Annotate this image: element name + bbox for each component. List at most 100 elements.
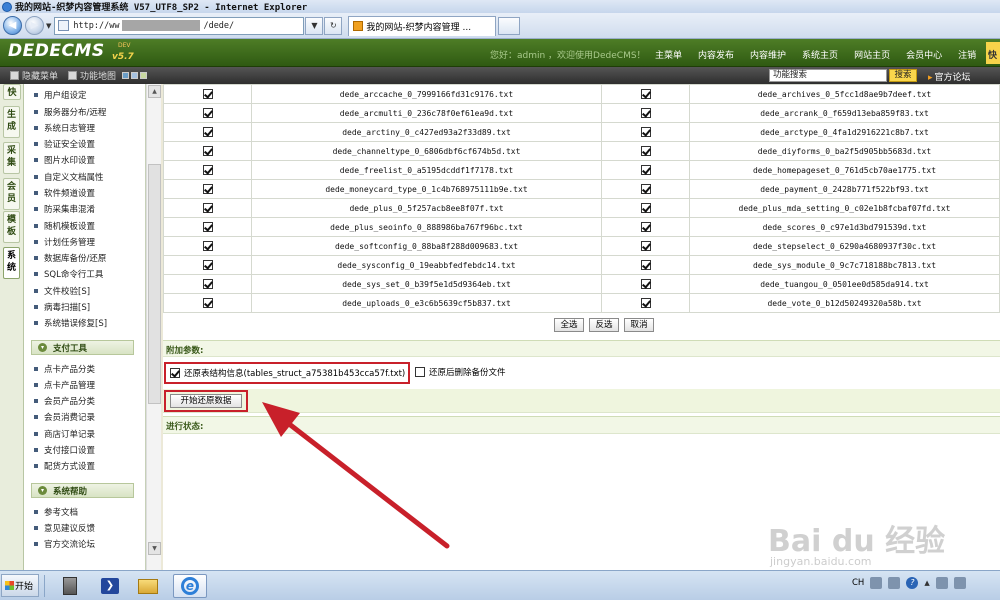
menu-item[interactable]: 防采集串混淆 (34, 202, 95, 216)
file-checkbox[interactable] (640, 165, 651, 175)
menu-item[interactable]: 软件频道设置 (34, 186, 95, 200)
nav-logout[interactable]: 注销 (950, 48, 984, 61)
explorer-folder-icon[interactable] (135, 574, 161, 598)
vtab-collect[interactable]: 采集 (3, 142, 20, 174)
menu-item[interactable]: 系统错误修复[S] (34, 316, 107, 330)
nav-site-home[interactable]: 网站主页 (846, 48, 898, 61)
file-checkbox[interactable] (640, 222, 651, 232)
hide-menu-link[interactable]: 隐藏菜单 (22, 69, 58, 82)
file-checkbox[interactable] (202, 89, 213, 99)
cancel-selection-button[interactable]: 取消 (624, 318, 654, 332)
restore-structure-option[interactable]: 还原表结构信息(tables_struct_a75381b453cca57f.t… (164, 362, 410, 384)
vtab-member[interactable]: 会员 (3, 178, 20, 210)
vtab-quick[interactable]: 快 (3, 84, 21, 100)
function-search-input[interactable]: 功能搜索 (769, 69, 887, 82)
file-checkbox[interactable] (202, 241, 213, 251)
search-button[interactable]: 搜索 (889, 69, 917, 82)
file-checkbox-cell[interactable] (163, 84, 252, 104)
menu-item[interactable]: SQL命令行工具 (34, 267, 103, 281)
file-checkbox-cell[interactable] (163, 160, 252, 180)
file-checkbox-cell[interactable] (163, 255, 252, 275)
menu-item[interactable]: 点卡产品管理 (34, 378, 95, 392)
menu-item[interactable]: 支付接口设置 (34, 443, 95, 457)
file-checkbox[interactable] (640, 203, 651, 213)
server-manager-icon[interactable] (57, 574, 83, 598)
nav-member-center[interactable]: 会员中心 (898, 48, 950, 61)
file-checkbox-cell[interactable] (601, 293, 690, 313)
vtab-generate[interactable]: 生成 (3, 106, 20, 138)
menu-item[interactable]: 自定义文档属性 (34, 170, 104, 184)
file-checkbox-cell[interactable] (163, 217, 252, 237)
menu-item[interactable]: 参考文档 (34, 505, 78, 519)
powershell-icon[interactable]: ❯ (97, 574, 123, 598)
file-checkbox-cell[interactable] (163, 103, 252, 123)
file-checkbox-cell[interactable] (163, 122, 252, 142)
menu-item[interactable]: 验证安全设置 (34, 137, 95, 151)
menu-item[interactable]: 服务器分布/远程 (34, 105, 106, 119)
menu-item[interactable]: 病毒扫描[S] (34, 300, 90, 314)
file-checkbox[interactable] (640, 108, 651, 118)
skin-lightblue-swatch[interactable] (131, 72, 139, 79)
scroll-thumb[interactable] (148, 164, 161, 404)
file-checkbox-cell[interactable] (601, 236, 690, 256)
file-checkbox-cell[interactable] (163, 293, 252, 313)
address-bar[interactable]: http://ww /dede/ (54, 16, 305, 35)
menu-item[interactable]: 随机模板设置 (34, 219, 95, 233)
menu-item[interactable]: 用户组设定 (34, 88, 87, 102)
back-button[interactable]: ◀ (3, 16, 22, 35)
select-all-button[interactable]: 全选 (554, 318, 584, 332)
internet-explorer-icon[interactable]: e (173, 574, 207, 598)
file-checkbox-cell[interactable] (601, 255, 690, 275)
menu-item[interactable]: 意见建议反馈 (34, 521, 95, 535)
nav-system-home[interactable]: 系统主页 (794, 48, 846, 61)
menu-item[interactable]: 计划任务管理 (34, 235, 95, 249)
keyboard-icon[interactable] (870, 577, 883, 589)
forward-button[interactable]: ▶ (25, 16, 44, 35)
menu-item[interactable]: 配货方式设置 (34, 459, 95, 473)
file-checkbox-cell[interactable] (601, 160, 690, 180)
menu-section-pay[interactable]: ▾ 支付工具 (31, 340, 134, 355)
file-checkbox[interactable] (640, 241, 651, 251)
func-map-link[interactable]: 功能地图 (80, 69, 116, 82)
quick-tab[interactable]: 快 (986, 42, 1000, 64)
menu-section-help[interactable]: ▾ 系统帮助 (31, 483, 134, 498)
menu-item[interactable]: 官方交流论坛 (34, 537, 95, 551)
file-checkbox[interactable] (640, 127, 651, 137)
file-checkbox[interactable] (202, 146, 213, 156)
ime-icon[interactable] (888, 577, 901, 589)
file-checkbox[interactable] (202, 184, 213, 194)
file-checkbox-cell[interactable] (601, 141, 690, 161)
file-checkbox-cell[interactable] (601, 179, 690, 199)
file-checkbox-cell[interactable] (163, 236, 252, 256)
network-icon[interactable] (935, 577, 948, 589)
vtab-system[interactable]: 系统 (3, 247, 20, 279)
file-checkbox[interactable] (640, 279, 651, 289)
file-checkbox[interactable] (640, 184, 651, 194)
file-checkbox[interactable] (640, 298, 651, 308)
skin-blue-swatch[interactable] (122, 72, 130, 79)
file-checkbox-cell[interactable] (601, 84, 690, 104)
help-icon[interactable]: ? (906, 577, 919, 589)
file-checkbox[interactable] (202, 203, 213, 213)
file-checkbox[interactable] (202, 127, 213, 137)
vtab-template[interactable]: 模板 (3, 211, 20, 243)
start-restore-button[interactable]: 开始还原数据 (170, 394, 242, 408)
file-checkbox-cell[interactable] (163, 141, 252, 161)
nav-maintain[interactable]: 内容维护 (742, 48, 794, 61)
file-checkbox[interactable] (202, 165, 213, 175)
file-checkbox-cell[interactable] (601, 103, 690, 123)
file-checkbox[interactable] (640, 89, 651, 99)
menu-item[interactable]: 文件校验[S] (34, 284, 90, 298)
restore-structure-checkbox[interactable] (170, 368, 180, 378)
file-checkbox-cell[interactable] (163, 198, 252, 218)
nav-main-menu[interactable]: 主菜单 (648, 48, 690, 61)
menu-scrollbar[interactable]: ▲ ▼ (146, 84, 161, 570)
delete-backup-checkbox[interactable] (415, 367, 425, 377)
file-checkbox-cell[interactable] (601, 198, 690, 218)
tray-expand-icon[interactable]: ▲ (924, 579, 929, 587)
file-checkbox[interactable] (640, 260, 651, 270)
file-checkbox[interactable] (640, 146, 651, 156)
file-checkbox-cell[interactable] (601, 217, 690, 237)
menu-item[interactable]: 数据库备份/还原 (34, 251, 106, 265)
file-checkbox[interactable] (202, 260, 213, 270)
